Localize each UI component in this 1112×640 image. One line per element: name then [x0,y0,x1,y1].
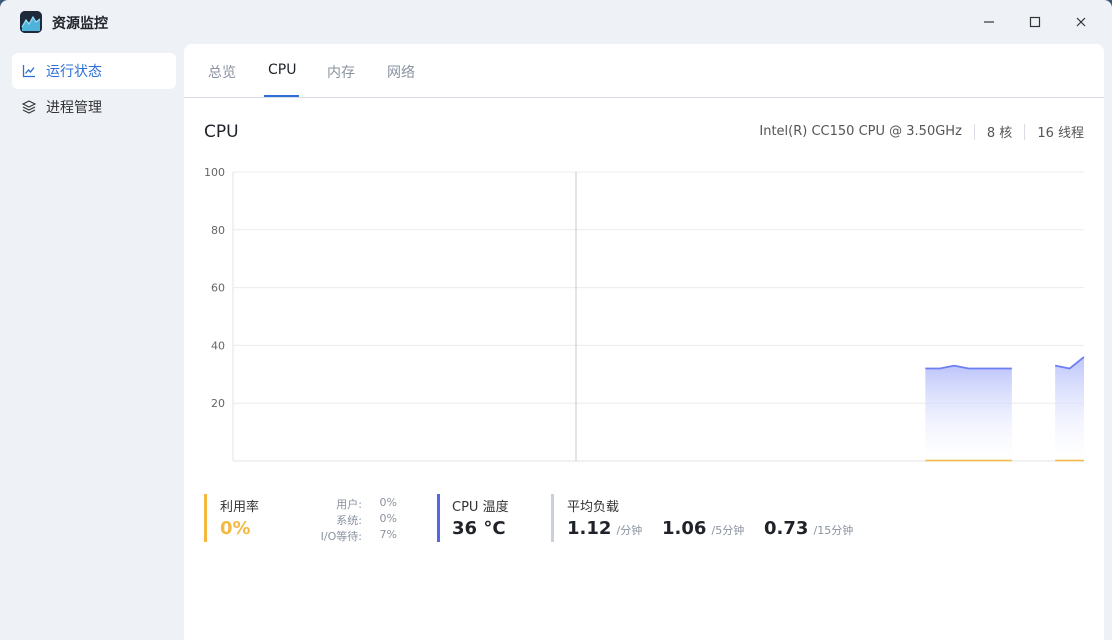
cpu-usage-chart: 20 40 60 80 100 [184,159,1104,469]
utilization-label: 利用率 [220,500,260,515]
maximize-icon [1029,16,1041,28]
section-title: CPU [204,122,239,142]
iowait-label: I/O等待: [320,530,362,543]
load-5min-value: 1.06 [662,518,707,539]
load-15min-value: 0.73 [764,518,809,539]
y-tick-label: 80 [211,224,225,237]
load-1min: 1.12 /分钟 [567,518,642,539]
sidebar-item-processes[interactable]: 进程管理 [12,89,176,125]
main-panel: 总览 CPU 内存 网络 CPU Intel(R) CC150 CPU @ 3.… [184,44,1104,640]
y-tick-label: 40 [211,339,225,352]
tab-bar: 总览 CPU 内存 网络 [184,44,1104,98]
cpu-usage-area [1055,356,1084,461]
sidebar-item-label: 进程管理 [46,100,102,116]
cpu-threads: 16 线程 [1037,126,1084,141]
load-color-bar [551,494,554,542]
load-1min-unit: /分钟 [616,524,643,537]
utilization-color-bar [204,494,207,542]
temperature-value: 36 °C [452,518,506,539]
cpu-usage-line [925,364,1012,370]
temperature-label: CPU 温度 [452,500,509,515]
iowait-value: 7% [379,528,397,541]
close-button[interactable] [1066,8,1096,36]
y-tick-label: 100 [204,166,225,179]
close-icon [1076,17,1086,27]
minimize-icon [984,21,994,23]
tab-overview[interactable]: 总览 [208,62,236,98]
load-label: 平均负载 [567,500,620,515]
sidebar-item-status[interactable]: 运行状态 [12,53,176,89]
system-value: 0% [379,512,397,525]
cpu-usage-area [925,365,1012,461]
temperature-color-bar [437,494,440,542]
utilization-stat: 利用率 0% 用户: 0% 系统: 0% I/O等待: 7% [204,494,414,543]
active-tab-indicator [264,95,299,97]
maximize-button[interactable] [1020,8,1050,36]
tab-network[interactable]: 网络 [387,62,415,98]
app-logo-icon [20,11,42,33]
tab-memory[interactable]: 内存 [327,62,355,98]
stats-panel: 利用率 0% 用户: 0% 系统: 0% I/O等待: 7% CPU 温度 36… [204,494,1084,544]
y-tick-label: 60 [211,282,225,295]
app-window: 资源监控 运行状态 进程管理 总览 CPU 内存 网络 CPU Intel(R)… [0,0,1112,640]
load-1min-value: 1.12 [567,518,612,539]
y-tick-label: 20 [211,397,225,410]
load-5min-unit: /5分钟 [711,524,745,537]
sidebar: 运行状态 进程管理 [0,44,184,640]
system-label: 系统: [336,514,362,527]
load-15min: 0.73 /15分钟 [764,518,853,539]
temperature-stat: CPU 温度 36 °C [437,494,537,542]
line-chart-icon [22,64,36,78]
minimize-button[interactable] [974,8,1004,36]
divider [1024,123,1026,140]
cpu-info: Intel(R) CC150 CPU @ 3.50GHz 8 核 16 线程 [759,122,1084,141]
sidebar-item-label: 运行状态 [46,64,102,80]
utilization-value: 0% [220,518,251,539]
tab-cpu[interactable]: CPU [268,62,296,98]
divider [973,123,975,140]
cpu-model: Intel(R) CC150 CPU @ 3.50GHz [759,124,962,139]
user-value: 0% [379,496,397,509]
app-title: 资源监控 [52,16,108,32]
layers-icon [22,100,36,114]
user-label: 用户: [336,498,362,511]
title-bar: 资源监控 [0,0,1112,44]
load-average-stat: 平均负载 1.12 /分钟 1.06 /5分钟 0.73 /15分钟 [551,494,871,542]
load-5min: 1.06 /5分钟 [662,518,744,539]
load-15min-unit: /15分钟 [813,524,854,537]
cpu-cores: 8 核 [986,126,1013,141]
